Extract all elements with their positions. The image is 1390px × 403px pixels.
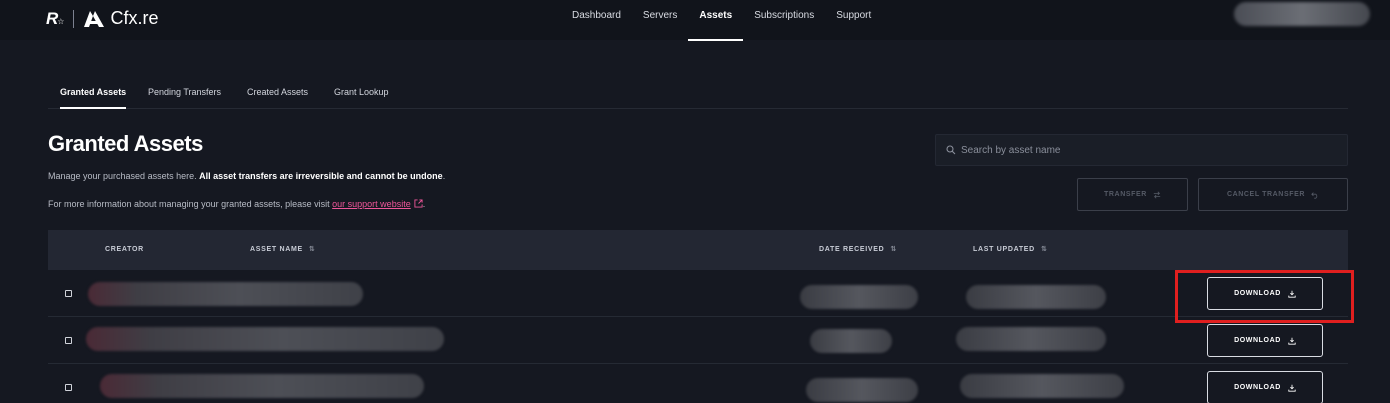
cfx-brand-name: Cfx.re [110, 8, 159, 28]
search-input[interactable] [961, 144, 1321, 156]
top-navigation-bar: R☆ Cfx.re Dashboard Servers Assets Subsc… [0, 0, 1390, 41]
sort-icon[interactable]: ⇅ [309, 246, 316, 253]
transfer-button[interactable]: TRANSFER [1077, 178, 1188, 211]
column-asset-name[interactable]: ASSET NAME ⇅ [250, 230, 315, 270]
transfer-icon [1153, 191, 1161, 198]
rockstar-logo-star: ☆ [57, 16, 64, 26]
rockstar-logo[interactable]: R☆ [46, 8, 64, 29]
download-icon [1288, 384, 1296, 392]
nav-servers[interactable]: Servers [643, 0, 677, 40]
cfx-icon [84, 10, 105, 27]
page-title: Granted Assets [48, 131, 203, 156]
column-last-updated[interactable]: LAST UPDATED ⇅ [973, 230, 1048, 270]
tab-pending-transfers[interactable]: Pending Transfers [148, 82, 221, 102]
column-date-received[interactable]: DATE RECEIVED ⇅ [819, 230, 897, 270]
column-last-updated-label: LAST UPDATED [973, 246, 1035, 253]
redacted-last-updated [966, 285, 1106, 309]
nav-support[interactable]: Support [836, 0, 871, 40]
search-field[interactable] [935, 134, 1348, 166]
granted-assets-table: CREATOR ASSET NAME ⇅ DATE RECEIVED ⇅ LAST … [48, 230, 1348, 403]
undo-icon [1311, 191, 1318, 199]
redacted-date-received [810, 329, 892, 353]
description-period: . [442, 171, 446, 181]
redacted-creator-asset [86, 327, 444, 351]
table-row: DOWNLOAD [48, 364, 1348, 403]
rockstar-logo-text: R [46, 8, 58, 28]
external-link-icon[interactable] [414, 199, 423, 208]
redacted-last-updated [956, 327, 1106, 351]
brand-divider [73, 9, 75, 28]
redacted-date-received [800, 285, 918, 309]
nav-dashboard[interactable]: Dashboard [572, 0, 621, 40]
download-button-label: DOWNLOAD [1234, 384, 1281, 391]
download-button-label: DOWNLOAD [1234, 290, 1281, 297]
support-info-period: . [422, 199, 426, 209]
brand: R☆ Cfx.re [46, 8, 158, 29]
table-header: CREATOR ASSET NAME ⇅ DATE RECEIVED ⇅ LAST … [48, 230, 1348, 270]
redacted-creator-asset [88, 282, 363, 306]
download-button-label: DOWNLOAD [1234, 337, 1281, 344]
download-icon [1288, 337, 1296, 345]
main-nav: Dashboard Servers Assets Subscriptions S… [572, 0, 871, 41]
nav-subscriptions[interactable]: Subscriptions [754, 0, 814, 40]
cfx-logo[interactable]: Cfx.re [84, 8, 158, 29]
column-creator[interactable]: CREATOR [105, 230, 144, 270]
cancel-transfer-button-label: CANCEL TRANSFER [1226, 191, 1306, 198]
download-icon [1288, 290, 1296, 298]
table-row: DOWNLOAD [48, 270, 1348, 317]
support-website-link[interactable]: our support website [332, 199, 411, 209]
column-asset-name-label: ASSET NAME [250, 246, 303, 253]
tab-grant-lookup[interactable]: Grant Lookup [334, 82, 389, 102]
description-warning: All asset transfers are irreversible and… [199, 171, 443, 181]
nav-assets[interactable]: Assets [688, 0, 743, 41]
column-date-received-label: DATE RECEIVED [819, 246, 885, 253]
redacted-date-received [806, 378, 918, 402]
asset-tabs: Granted Assets Pending Transfers Created… [48, 82, 1348, 109]
download-button[interactable]: DOWNLOAD [1207, 277, 1323, 310]
row-checkbox[interactable] [65, 290, 72, 297]
download-button[interactable]: DOWNLOAD [1207, 371, 1323, 403]
tab-created-assets[interactable]: Created Assets [247, 82, 308, 102]
sort-icon[interactable]: ⇅ [890, 246, 897, 253]
transfer-button-label: TRANSFER [1104, 191, 1147, 198]
sort-icon[interactable]: ⇅ [1041, 246, 1048, 253]
redacted-creator-asset [100, 374, 424, 398]
cancel-transfer-button[interactable]: CANCEL TRANSFER [1198, 178, 1348, 211]
support-info-text: For more information about managing your… [48, 199, 333, 209]
support-info: For more information about managing your… [48, 199, 425, 209]
redacted-last-updated [960, 374, 1124, 398]
description-text: Manage your purchased assets here. [48, 171, 200, 181]
tab-granted-assets[interactable]: Granted Assets [60, 82, 127, 109]
user-account-menu[interactable] [1234, 2, 1370, 26]
search-icon [946, 145, 956, 155]
row-checkbox[interactable] [65, 384, 72, 391]
download-button[interactable]: DOWNLOAD [1207, 324, 1323, 357]
table-row: DOWNLOAD [48, 317, 1348, 364]
page-description: Manage your purchased assets here. All a… [48, 171, 445, 181]
row-checkbox[interactable] [65, 337, 72, 344]
